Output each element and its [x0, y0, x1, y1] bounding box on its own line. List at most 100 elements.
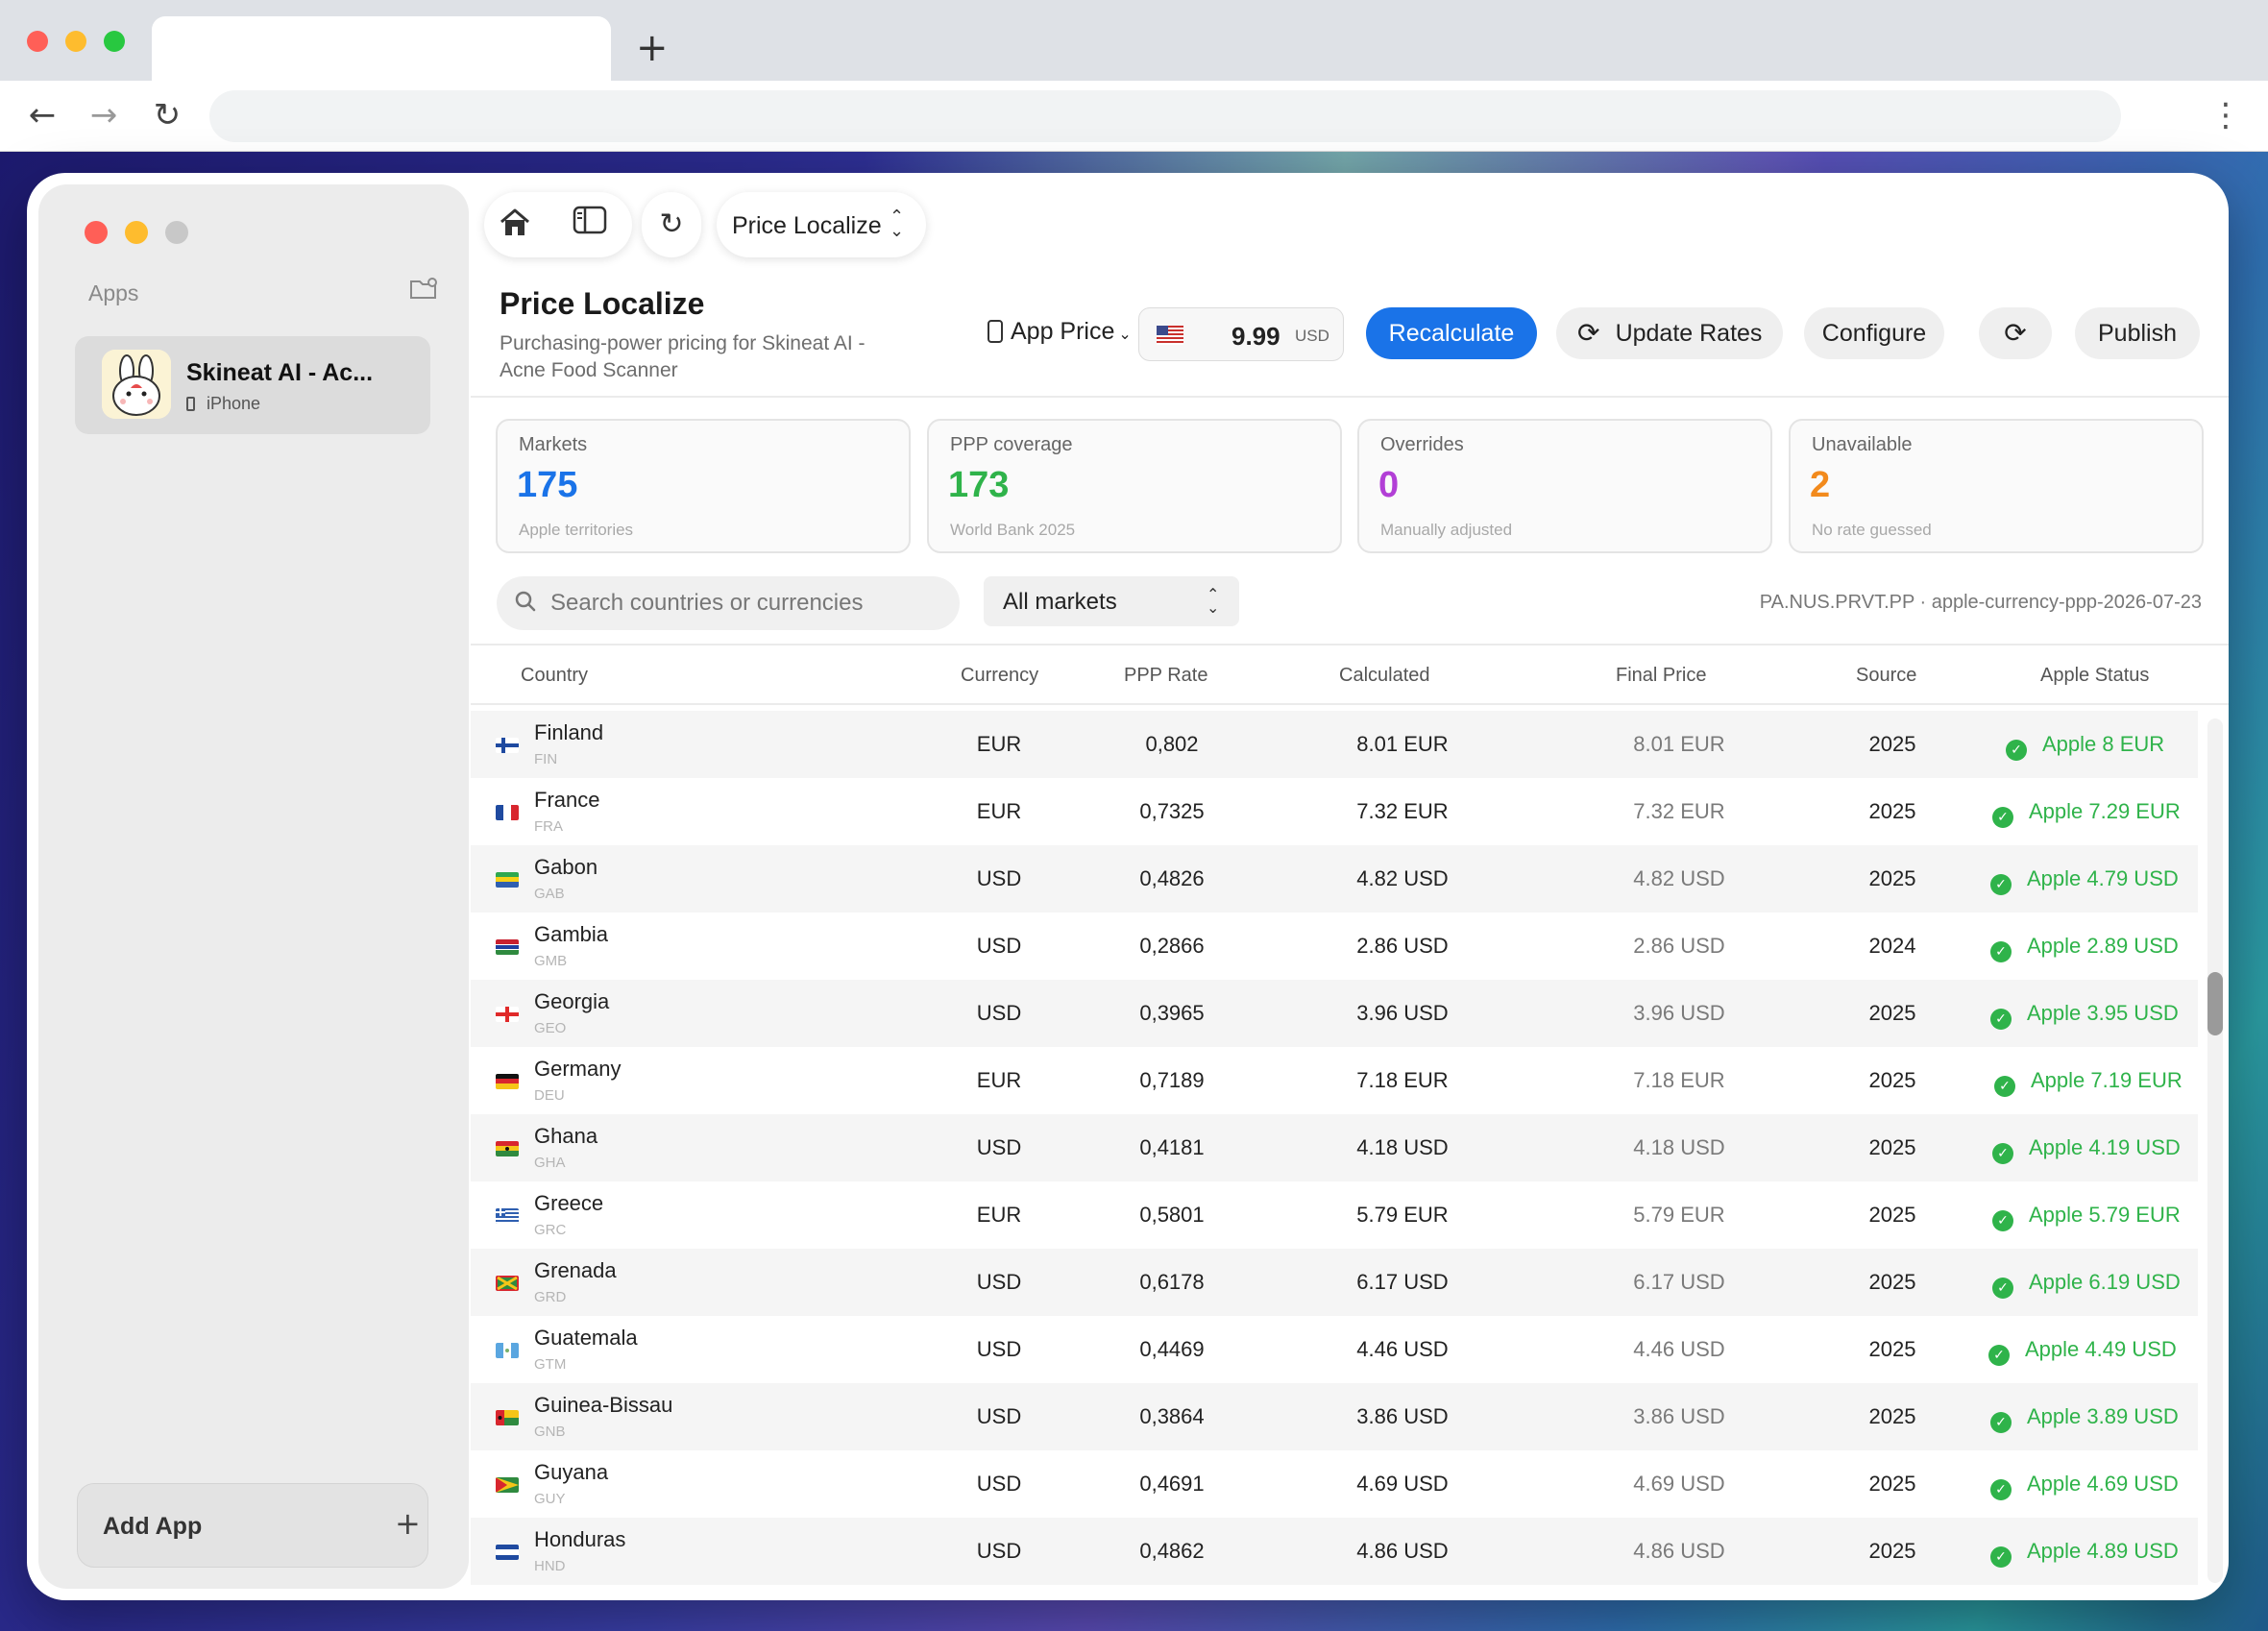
final-price-cell[interactable]: 4.18 USD [1593, 1135, 1766, 1160]
data-source-label: PA.NUS.PRVT.PP · apple-currency-ppp-2026… [1759, 592, 2202, 613]
apple-status-cell: ✓ Apple 4.79 USD [1990, 866, 2179, 895]
market-filter-select[interactable]: All markets ⌃ ⌄ [984, 576, 1239, 626]
final-price-cell[interactable]: 7.18 EUR [1593, 1068, 1766, 1093]
apple-status-cell: ✓ Apple 2.89 USD [1990, 934, 2179, 962]
column-header-country[interactable]: Country [521, 665, 588, 687]
home-icon[interactable] [496, 206, 534, 244]
apple-status-label: Apple 7.19 EUR [2031, 1068, 2183, 1092]
table-row[interactable]: Gabon GAB USD 0,4826 4.82 USD 4.82 USD 2… [471, 845, 2198, 913]
table-row[interactable]: France FRA EUR 0,7325 7.32 EUR 7.32 EUR … [471, 778, 2198, 845]
table-row[interactable]: Finland FIN EUR 0,802 8.01 EUR 8.01 EUR … [471, 711, 2198, 778]
table-row[interactable]: Guinea-Bissau GNB USD 0,3864 3.86 USD 3.… [471, 1383, 2198, 1450]
new-tab-button[interactable]: + [636, 25, 669, 71]
window-minimize-dot[interactable] [125, 221, 148, 244]
country-code: GTM [534, 1356, 567, 1373]
column-header-source[interactable]: Source [1856, 665, 1916, 687]
country-name: Greece [534, 1191, 604, 1215]
update-rates-button[interactable]: ⟳ Update Rates [1556, 307, 1783, 359]
column-header-final-price[interactable]: Final Price [1616, 665, 1706, 687]
publish-button[interactable]: Publish [2075, 307, 2200, 359]
calculated-cell: 2.86 USD [1356, 934, 1449, 958]
browser-zoom-dot[interactable] [104, 31, 125, 52]
address-bar[interactable] [209, 90, 2121, 142]
apple-status-cell: ✓ Apple 4.69 USD [1990, 1472, 2179, 1500]
back-icon[interactable]: ← [21, 94, 63, 136]
sidebar-toggle-icon[interactable] [571, 206, 609, 244]
scrollbar-thumb[interactable] [2207, 972, 2223, 1035]
window-zoom-dot[interactable] [165, 221, 188, 244]
final-price-cell[interactable]: 4.46 USD [1593, 1337, 1766, 1362]
stat-card-overrides: Overrides 0 Manually adjusted [1357, 419, 1772, 553]
apps-section-label: Apps [88, 280, 139, 305]
page-title: Price Localize [500, 286, 705, 321]
search-icon [514, 590, 539, 615]
reload-icon[interactable]: ↻ [146, 94, 188, 136]
column-header-currency[interactable]: Currency [961, 665, 1038, 687]
final-price-cell[interactable]: 6.17 USD [1593, 1270, 1766, 1295]
final-price-cell[interactable]: 5.79 EUR [1593, 1203, 1766, 1228]
base-price-field[interactable]: 9.99 USD [1138, 307, 1344, 361]
final-price-cell[interactable]: 3.96 USD [1593, 1001, 1766, 1026]
country-name: Finland [534, 720, 604, 744]
apple-status-cell: ✓ Apple 5.79 EUR [1992, 1203, 2181, 1231]
refresh-button[interactable]: ↻ [642, 192, 701, 257]
table-row[interactable]: Guatemala GTM USD 0,4469 4.46 USD 4.46 U… [471, 1316, 2198, 1383]
browser-minimize-dot[interactable] [65, 31, 86, 52]
calculated-cell: 4.86 USD [1356, 1539, 1449, 1563]
apple-status-cell: ✓ Apple 3.95 USD [1990, 1001, 2179, 1030]
ppp-rate-cell: 0,7189 [1139, 1068, 1205, 1092]
final-price-cell[interactable]: 8.01 EUR [1593, 732, 1766, 757]
table-scrollbar[interactable] [2207, 718, 2223, 1583]
window-close-dot[interactable] [85, 221, 108, 244]
table-row[interactable]: Ghana GHA USD 0,4181 4.18 USD 4.18 USD 2… [471, 1114, 2198, 1181]
iphone-icon [186, 397, 195, 411]
new-folder-icon[interactable] [409, 277, 440, 302]
final-price-cell[interactable]: 3.86 USD [1593, 1404, 1766, 1429]
final-price-cell[interactable]: 7.32 EUR [1593, 799, 1766, 824]
configure-button[interactable]: Configure [1804, 307, 1944, 359]
table-row[interactable]: Honduras HND USD 0,4862 4.86 USD 4.86 US… [471, 1518, 2198, 1585]
table-row[interactable]: Gambia GMB USD 0,2866 2.86 USD 2.86 USD … [471, 913, 2198, 980]
browser-tab[interactable] [152, 16, 611, 81]
country-code: GUY [534, 1491, 566, 1507]
guatemala-flag-icon [496, 1343, 519, 1358]
currency-cell: EUR [976, 799, 1022, 823]
apple-status-label: Apple 3.89 USD [2027, 1404, 2179, 1428]
country-code: GNB [534, 1424, 566, 1440]
table-row[interactable]: Georgia GEO USD 0,3965 3.96 USD 3.96 USD… [471, 980, 2198, 1047]
country-name: Gabon [534, 855, 598, 879]
sidebar-app-item[interactable]: Skineat AI - Ac... iPhone [75, 336, 430, 434]
apple-status-cell: ✓ Apple 3.89 USD [1990, 1404, 2179, 1433]
add-app-button[interactable]: Add App + [77, 1483, 428, 1568]
ppp-rate-cell: 0,802 [1145, 732, 1199, 756]
browser-menu-icon[interactable]: ⋮ [2209, 96, 2242, 134]
column-header-apple-status[interactable]: Apple Status [2040, 665, 2149, 687]
final-price-cell[interactable]: 2.86 USD [1593, 934, 1766, 959]
check-icon: ✓ [1994, 1076, 2015, 1097]
app-window: Apps Skineat AI - Ac... iPhone Add App +… [27, 173, 2229, 1600]
currency-cell: USD [976, 1135, 1022, 1159]
ppp-rate-cell: 0,4181 [1139, 1135, 1205, 1159]
final-price-cell[interactable]: 4.69 USD [1593, 1472, 1766, 1497]
final-price-cell[interactable]: 4.82 USD [1593, 866, 1766, 891]
forward-icon[interactable]: → [83, 94, 125, 136]
final-price-cell[interactable]: 4.86 USD [1593, 1539, 1766, 1564]
apple-status-label: Apple 2.89 USD [2027, 934, 2179, 958]
currency-cell: USD [976, 1539, 1022, 1563]
column-header-calculated[interactable]: Calculated [1339, 665, 1430, 687]
column-header-ppp-rate[interactable]: PPP Rate [1124, 665, 1207, 687]
sync-button[interactable]: ⟳ [1979, 307, 2052, 359]
table-row[interactable]: Germany DEU EUR 0,7189 7.18 EUR 7.18 EUR… [471, 1047, 2198, 1114]
table-row[interactable]: Guyana GUY USD 0,4691 4.69 USD 4.69 USD … [471, 1450, 2198, 1518]
browser-close-dot[interactable] [27, 31, 48, 52]
header-divider [471, 396, 2229, 398]
recalculate-button[interactable]: Recalculate [1366, 307, 1537, 359]
toolbar-nav-group [484, 192, 632, 257]
check-icon: ✓ [1992, 1143, 2013, 1164]
ppp-rate-cell: 0,4691 [1139, 1472, 1205, 1496]
search-input[interactable] [550, 587, 935, 620]
view-select[interactable]: Price Localize ⌃ ⌄ [717, 192, 926, 257]
app-price-dropdown[interactable]: App Price ⌄ [988, 318, 1132, 346]
table-row[interactable]: Greece GRC EUR 0,5801 5.79 EUR 5.79 EUR … [471, 1181, 2198, 1249]
table-row[interactable]: Grenada GRD USD 0,6178 6.17 USD 6.17 USD… [471, 1249, 2198, 1316]
